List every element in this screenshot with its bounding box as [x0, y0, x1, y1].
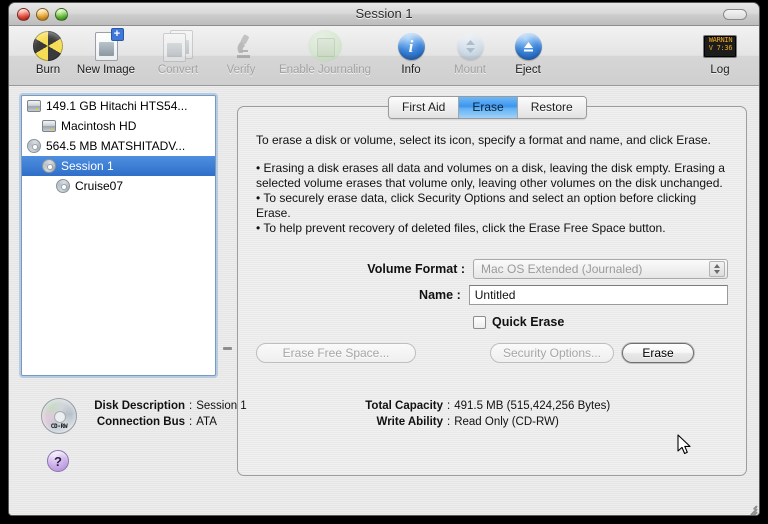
chevron-updown-icon [709, 261, 725, 277]
new-image-icon: + [69, 27, 143, 63]
info-separator: : [447, 400, 451, 412]
optical-disc-icon [27, 139, 41, 153]
list-item[interactable]: 564.5 MB MATSHITADV... [22, 136, 215, 156]
description-bullet: • Erasing a disk erases all data and vol… [256, 161, 725, 190]
mount-icon [439, 29, 501, 63]
enable-journaling-icon [267, 29, 383, 63]
up-down-arrows-glyph [465, 39, 475, 53]
title-bar[interactable]: Session 1 [9, 3, 759, 26]
erase-description: To erase a disk or volume, select its ic… [256, 133, 730, 236]
tab-restore[interactable]: Restore [517, 97, 586, 118]
list-item-session-1[interactable]: Session 1 [22, 156, 215, 176]
description-bullets: • Erasing a disk erases all data and vol… [256, 161, 730, 236]
log-screen-line-2: V 7:36 [708, 43, 733, 52]
info-key: Write Ability [376, 416, 443, 428]
hard-disk-icon [27, 100, 41, 112]
help-button[interactable]: ? [47, 450, 69, 472]
disk-utility-window: Session 1 Burn + New Image Convert Verif… [8, 2, 760, 516]
window-title: Session 1 [355, 6, 413, 21]
disk-info-right-column: Total Capacity : 491.5 MB (515,424,256 B… [345, 400, 610, 432]
info-key: Disk Description [94, 400, 185, 412]
disk-info-panel: CD-RW Disk Description : Session 1 Conne… [9, 386, 759, 472]
name-label: Name : [419, 288, 461, 302]
toolbar-button-convert[interactable]: Convert [145, 29, 211, 76]
info-row: Disk Description : Session 1 [87, 400, 247, 412]
description-bullet: • To securely erase data, click Security… [256, 191, 697, 220]
list-item-label: 149.1 GB Hitachi HTS54... [46, 99, 188, 113]
quick-erase-label: Quick Erase [492, 315, 565, 329]
log-screen-line-1: WARNIN [708, 35, 733, 44]
info-row: Write Ability : Read Only (CD-RW) [345, 416, 610, 428]
info-value: Read Only (CD-RW) [454, 416, 559, 428]
info-value: ATA [196, 416, 217, 428]
list-item[interactable]: Cruise07 [22, 176, 215, 196]
optical-disc-icon [42, 159, 56, 173]
quick-erase-row[interactable]: Quick Erase [473, 315, 564, 329]
toolbar-toggle-button[interactable] [723, 9, 747, 20]
volume-format-label: Volume Format : [367, 262, 465, 276]
volume-format-popup[interactable]: Mac OS Extended (Journaled) [473, 259, 728, 279]
info-separator: : [189, 416, 193, 428]
info-separator: : [189, 400, 193, 412]
convert-icon [145, 29, 211, 63]
list-item-label: Session 1 [61, 159, 114, 173]
erase-button[interactable]: Erase [622, 343, 694, 363]
resize-grip[interactable] [743, 500, 758, 515]
toolbar: Burn + New Image Convert Verify Enable J… [9, 26, 759, 86]
volume-list[interactable]: 149.1 GB Hitachi HTS54... Macintosh HD 5… [21, 95, 216, 376]
info-row: Total Capacity : 491.5 MB (515,424,256 B… [345, 400, 610, 412]
toolbar-button-eject[interactable]: Eject [501, 29, 555, 76]
name-input-value: Untitled [474, 288, 516, 302]
list-item[interactable]: Macintosh HD [22, 116, 215, 136]
log-icon: WARNIN V 7:36 [691, 29, 749, 63]
description-bullet: • To help prevent recovery of deleted fi… [256, 221, 666, 235]
list-item-label: Macintosh HD [61, 119, 137, 133]
toolbar-button-verify[interactable]: Verify [213, 29, 269, 76]
description-intro: To erase a disk or volume, select its ic… [256, 133, 711, 147]
toolbar-button-mount[interactable]: Mount [439, 29, 501, 76]
name-input[interactable]: Untitled [468, 285, 728, 305]
volume-format-value: Mac OS Extended (Journaled) [481, 262, 643, 276]
disc-icon-label: CD-RW [50, 423, 68, 430]
list-item-label: Cruise07 [75, 179, 124, 193]
tab-first-aid[interactable]: First Aid [389, 97, 460, 118]
list-item[interactable]: 149.1 GB Hitachi HTS54... [22, 96, 215, 116]
tab-erase[interactable]: Erase [459, 97, 518, 118]
quick-erase-checkbox[interactable] [473, 315, 486, 329]
toolbar-button-enable-journaling[interactable]: Enable Journaling [267, 29, 383, 76]
info-key: Total Capacity [365, 400, 443, 412]
tab-bar: First Aid Erase Restore [388, 96, 587, 119]
info-value: Session 1 [196, 400, 247, 412]
toolbar-button-info[interactable]: i Info [385, 29, 437, 76]
info-icon: i [385, 29, 437, 63]
microscope-glyph [237, 34, 250, 58]
info-key: Connection Bus [96, 416, 185, 428]
name-row: Name : Untitled [273, 285, 728, 305]
optical-disc-icon [56, 179, 70, 193]
sidebar-splitter-handle[interactable] [223, 344, 232, 353]
verify-icon [213, 29, 269, 63]
toolbar-button-new-image[interactable]: + New Image [69, 27, 143, 76]
info-separator: : [447, 416, 451, 428]
toolbar-button-log[interactable]: WARNIN V 7:36 Log [691, 29, 749, 76]
optical-disc-icon-large: CD-RW [41, 398, 77, 434]
list-item-label: 564.5 MB MATSHITADV... [46, 139, 186, 153]
eject-icon [501, 29, 555, 63]
info-row: Connection Bus : ATA [87, 416, 247, 428]
info-value: 491.5 MB (515,424,256 Bytes) [454, 400, 611, 412]
eject-glyph [523, 41, 533, 51]
disk-info-left-column: Disk Description : Session 1 Connection … [87, 400, 247, 432]
erase-free-space-button[interactable]: Erase Free Space... [256, 343, 416, 363]
security-options-button[interactable]: Security Options... [490, 343, 614, 363]
hard-disk-icon [42, 120, 56, 132]
volume-format-row: Volume Format : Mac OS Extended (Journal… [273, 259, 728, 279]
window-body: 149.1 GB Hitachi HTS54... Macintosh HD 5… [9, 86, 759, 515]
